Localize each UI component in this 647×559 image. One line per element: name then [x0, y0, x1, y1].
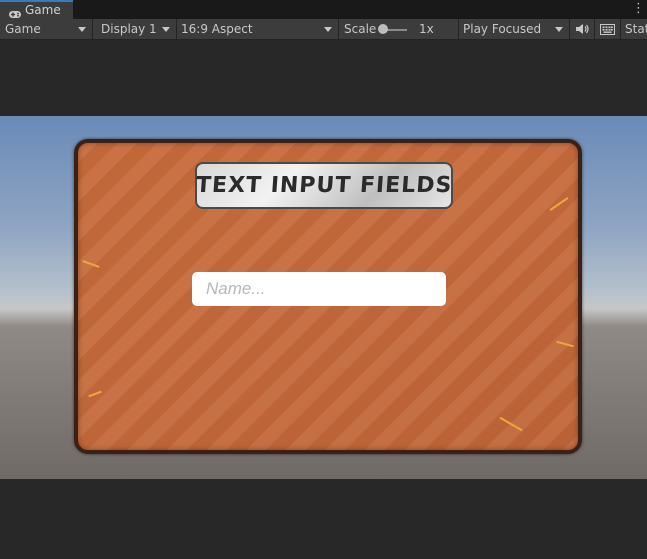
scene-title: TEXT INPUT FIELDS — [194, 173, 454, 198]
stats-label: Stat — [625, 22, 647, 36]
aspect-dropdown-label: 16:9 Aspect — [181, 22, 253, 36]
play-mode-dropdown-label: Play Focused — [463, 22, 542, 36]
mute-audio-button[interactable] — [570, 19, 595, 39]
title-plate: TEXT INPUT FIELDS — [195, 162, 453, 209]
game-toolbar: Game Display 1 16:9 Aspect Scale 1x Play… — [0, 19, 647, 40]
game-view-dropdown-label: Game — [5, 22, 41, 36]
gamepad-icon — [8, 5, 22, 18]
letterbox-top — [0, 40, 647, 116]
keyboard-icon — [600, 20, 615, 39]
speaker-icon — [575, 20, 589, 39]
game-scene: TEXT INPUT FIELDS — [0, 116, 647, 479]
game-window: Game ⋮ Game Display 1 16:9 Aspect Scale … — [0, 0, 647, 559]
letterbox-bottom — [0, 479, 647, 559]
more-options-icon[interactable]: ⋮ — [632, 2, 645, 17]
tab-label: Game — [25, 3, 61, 17]
chevron-down-icon — [162, 27, 170, 32]
scale-value: 1x — [419, 22, 434, 36]
tab-bar: Game ⋮ — [0, 0, 647, 19]
tab-game[interactable]: Game — [0, 0, 73, 19]
panel-crack — [82, 259, 100, 269]
game-viewport: TEXT INPUT FIELDS — [0, 40, 647, 559]
shortcuts-button[interactable] — [595, 19, 621, 39]
panel-crack — [88, 390, 102, 398]
panel-crack — [556, 340, 574, 348]
panel-crack — [549, 196, 569, 212]
aspect-dropdown[interactable]: 16:9 Aspect — [177, 19, 339, 39]
chevron-down-icon — [555, 27, 563, 32]
game-view-dropdown[interactable]: Game — [0, 19, 93, 39]
scale-control: Scale 1x — [339, 19, 459, 39]
stats-button[interactable]: Stat — [621, 19, 647, 39]
display-dropdown[interactable]: Display 1 — [93, 19, 177, 39]
chevron-down-icon — [324, 27, 332, 32]
scale-slider-handle[interactable] — [378, 24, 388, 34]
chevron-down-icon — [78, 27, 86, 32]
name-input[interactable] — [192, 272, 446, 306]
play-mode-dropdown[interactable]: Play Focused — [459, 19, 570, 39]
display-dropdown-label: Display 1 — [101, 22, 157, 36]
panel-crack — [499, 416, 523, 432]
scale-label: Scale — [344, 22, 377, 36]
